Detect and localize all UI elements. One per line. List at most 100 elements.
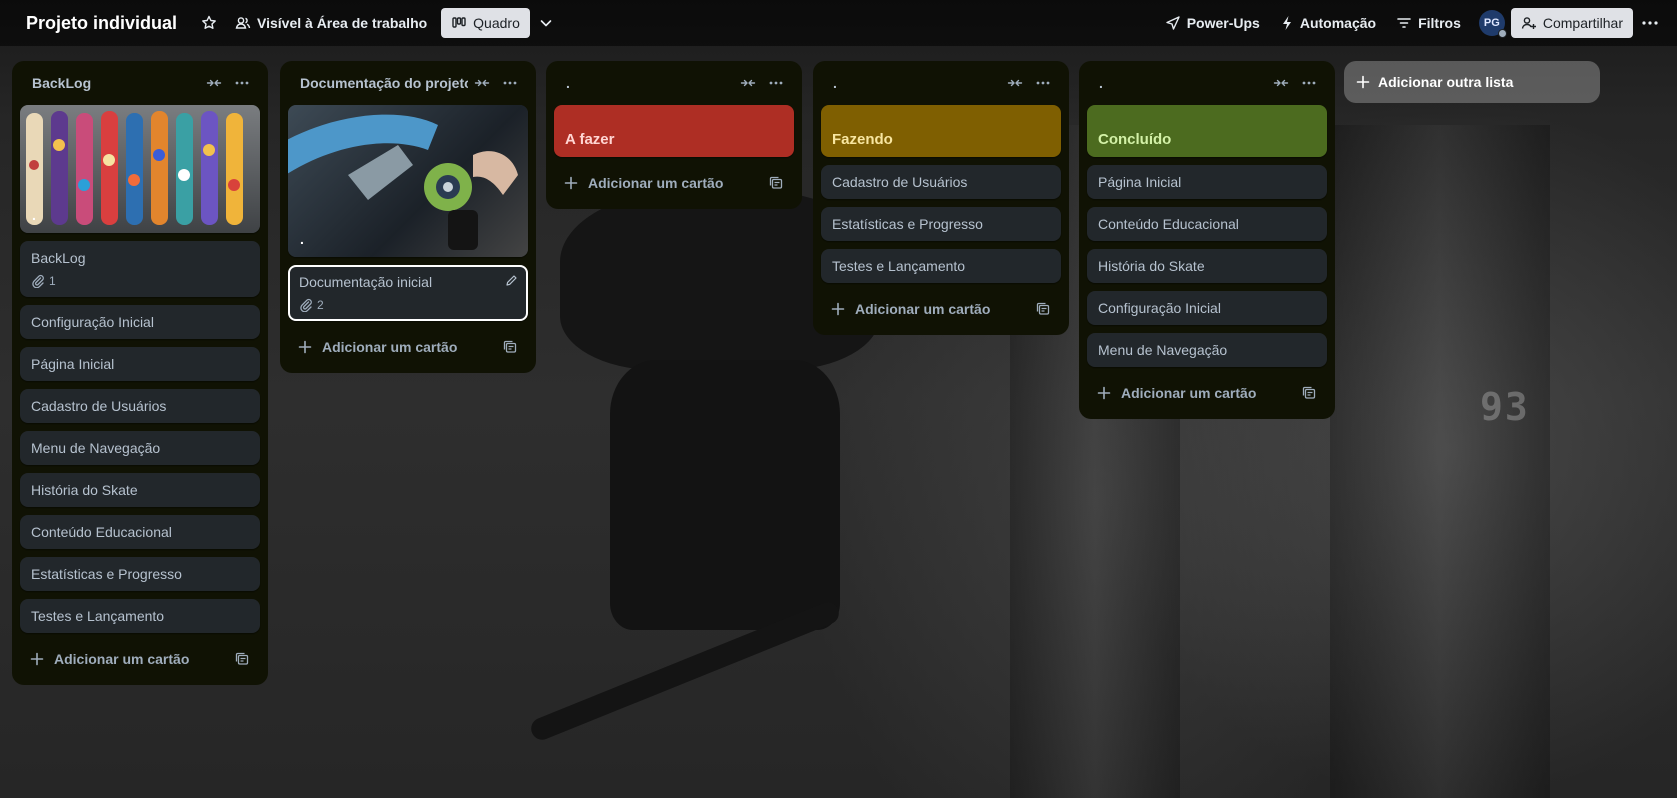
share-button[interactable]: Compartilhar: [1510, 8, 1633, 38]
list-a-fazer: . A fazer Adicionar um cartão: [546, 61, 802, 209]
card-title: Menu de Navegação: [1098, 342, 1228, 358]
view-switch-board[interactable]: Quadro: [441, 8, 530, 38]
card-title: Fazendo: [832, 131, 893, 148]
collapse-list-button[interactable]: [468, 69, 496, 97]
skateboards-cover-image: .: [20, 105, 260, 233]
card[interactable]: Conteúdo Educacional: [20, 515, 260, 549]
plus-icon: [28, 652, 46, 666]
card[interactable]: Menu de Navegação: [20, 431, 260, 465]
list-header: Documentação do projeto: [288, 61, 528, 105]
automation-button[interactable]: Automação: [1270, 8, 1386, 38]
board-header: Projeto individual Visível à Área de tra…: [0, 0, 1677, 46]
add-card-button[interactable]: Adicionar um cartão: [855, 301, 1029, 317]
add-card-button[interactable]: Adicionar um cartão: [1121, 385, 1295, 401]
card[interactable]: Testes e Lançamento: [821, 249, 1061, 283]
template-icon: [503, 340, 517, 353]
board-view-icon: [451, 15, 467, 31]
list-menu-button[interactable]: [228, 69, 256, 97]
star-icon: [201, 15, 217, 31]
color-header-card[interactable]: Fazendo: [821, 105, 1061, 157]
card[interactable]: Estatísticas e Progresso: [821, 207, 1061, 241]
color-header-card[interactable]: A fazer: [554, 105, 794, 157]
more-horizontal-icon: [1641, 15, 1659, 31]
star-button[interactable]: [193, 8, 225, 38]
add-list-button[interactable]: Adicionar outra lista: [1344, 61, 1600, 103]
chevron-down-icon: [538, 15, 554, 31]
skate-truck-illustration: [288, 114, 518, 250]
card[interactable]: Página Inicial: [20, 347, 260, 381]
card[interactable]: Configuração Inicial: [1087, 291, 1327, 325]
card[interactable]: História do Skate: [20, 473, 260, 507]
template-icon: [1036, 302, 1050, 315]
card[interactable]: Configuração Inicial: [20, 305, 260, 339]
list-title[interactable]: .: [1099, 75, 1267, 91]
card[interactable]: BackLog 1: [20, 241, 260, 297]
collapse-icon: [1007, 79, 1023, 87]
card-template-button[interactable]: [496, 333, 524, 361]
card-title: Cadastro de Usuários: [31, 398, 167, 414]
card-title: Configuração Inicial: [1098, 300, 1221, 316]
collapse-icon: [474, 79, 490, 87]
card[interactable]: Documentação inicial 2: [288, 265, 528, 321]
add-card-row: Adicionar um cartão: [821, 291, 1061, 327]
list-header: BackLog: [20, 61, 260, 105]
card-template-button[interactable]: [1295, 379, 1323, 407]
card-template-button[interactable]: [1029, 295, 1057, 323]
card-template-button[interactable]: [762, 169, 790, 197]
card[interactable]: Conteúdo Educacional: [1087, 207, 1327, 241]
card-title: A fazer: [565, 131, 615, 148]
filter-icon: [1396, 15, 1412, 31]
card-template-button[interactable]: [228, 645, 256, 673]
card[interactable]: Testes e Lançamento: [20, 599, 260, 633]
collapse-list-button[interactable]: [200, 69, 228, 97]
card[interactable]: Cadastro de Usuários: [20, 389, 260, 423]
collapse-list-button[interactable]: [734, 69, 762, 97]
board-title[interactable]: Projeto individual: [16, 9, 187, 38]
view-dropdown-button[interactable]: [530, 8, 562, 38]
card-title: Configuração Inicial: [31, 314, 154, 330]
add-card-button[interactable]: Adicionar um cartão: [54, 651, 228, 667]
paperclip-icon: [299, 298, 313, 312]
card[interactable]: Cadastro de Usuários: [821, 165, 1061, 199]
add-card-button[interactable]: Adicionar um cartão: [588, 175, 762, 191]
collapse-list-button[interactable]: [1267, 69, 1295, 97]
list-title[interactable]: .: [566, 75, 734, 91]
card[interactable]: História do Skate: [1087, 249, 1327, 283]
card[interactable]: Página Inicial: [1087, 165, 1327, 199]
filters-button[interactable]: Filtros: [1386, 8, 1471, 38]
avatar[interactable]: PG: [1478, 10, 1507, 38]
board-menu-button[interactable]: [1633, 8, 1667, 38]
skate-wheel-cover-image: .: [288, 105, 528, 257]
cover-card-title: .: [300, 231, 304, 247]
list-title[interactable]: Documentação do projeto: [300, 75, 468, 91]
plus-icon: [562, 176, 580, 190]
visibility-button[interactable]: Visível à Área de trabalho: [225, 8, 437, 38]
skateboard-decks-illustration: [26, 111, 243, 225]
plus-icon: [296, 340, 314, 354]
template-icon: [1302, 386, 1316, 399]
card-cover[interactable]: .: [20, 105, 260, 233]
color-header-card[interactable]: Concluído: [1087, 105, 1327, 157]
card-title: Conteúdo Educacional: [1098, 216, 1239, 232]
list-backlog: BackLog . BackLog 1 Configuração Inicial…: [12, 61, 268, 685]
powerups-button[interactable]: Power-Ups: [1155, 8, 1270, 38]
list-title[interactable]: .: [833, 75, 1001, 91]
add-person-icon: [1521, 15, 1537, 31]
add-card-button[interactable]: Adicionar um cartão: [322, 339, 496, 355]
card-badges: 2: [299, 298, 517, 312]
card-title: BackLog: [31, 250, 86, 266]
card[interactable]: Menu de Navegação: [1087, 333, 1327, 367]
plus-icon: [1095, 386, 1113, 400]
list-menu-button[interactable]: [496, 69, 524, 97]
list-menu-button[interactable]: [762, 69, 790, 97]
collapse-list-button[interactable]: [1001, 69, 1029, 97]
list-menu-button[interactable]: [1295, 69, 1323, 97]
list-menu-button[interactable]: [1029, 69, 1057, 97]
add-card-row: Adicionar um cartão: [288, 329, 528, 365]
card[interactable]: Estatísticas e Progresso: [20, 557, 260, 591]
list-title[interactable]: BackLog: [32, 75, 200, 91]
more-horizontal-icon: [235, 81, 249, 85]
card-cover[interactable]: .: [288, 105, 528, 257]
card-title: História do Skate: [1098, 258, 1205, 274]
pencil-icon[interactable]: [505, 274, 518, 287]
